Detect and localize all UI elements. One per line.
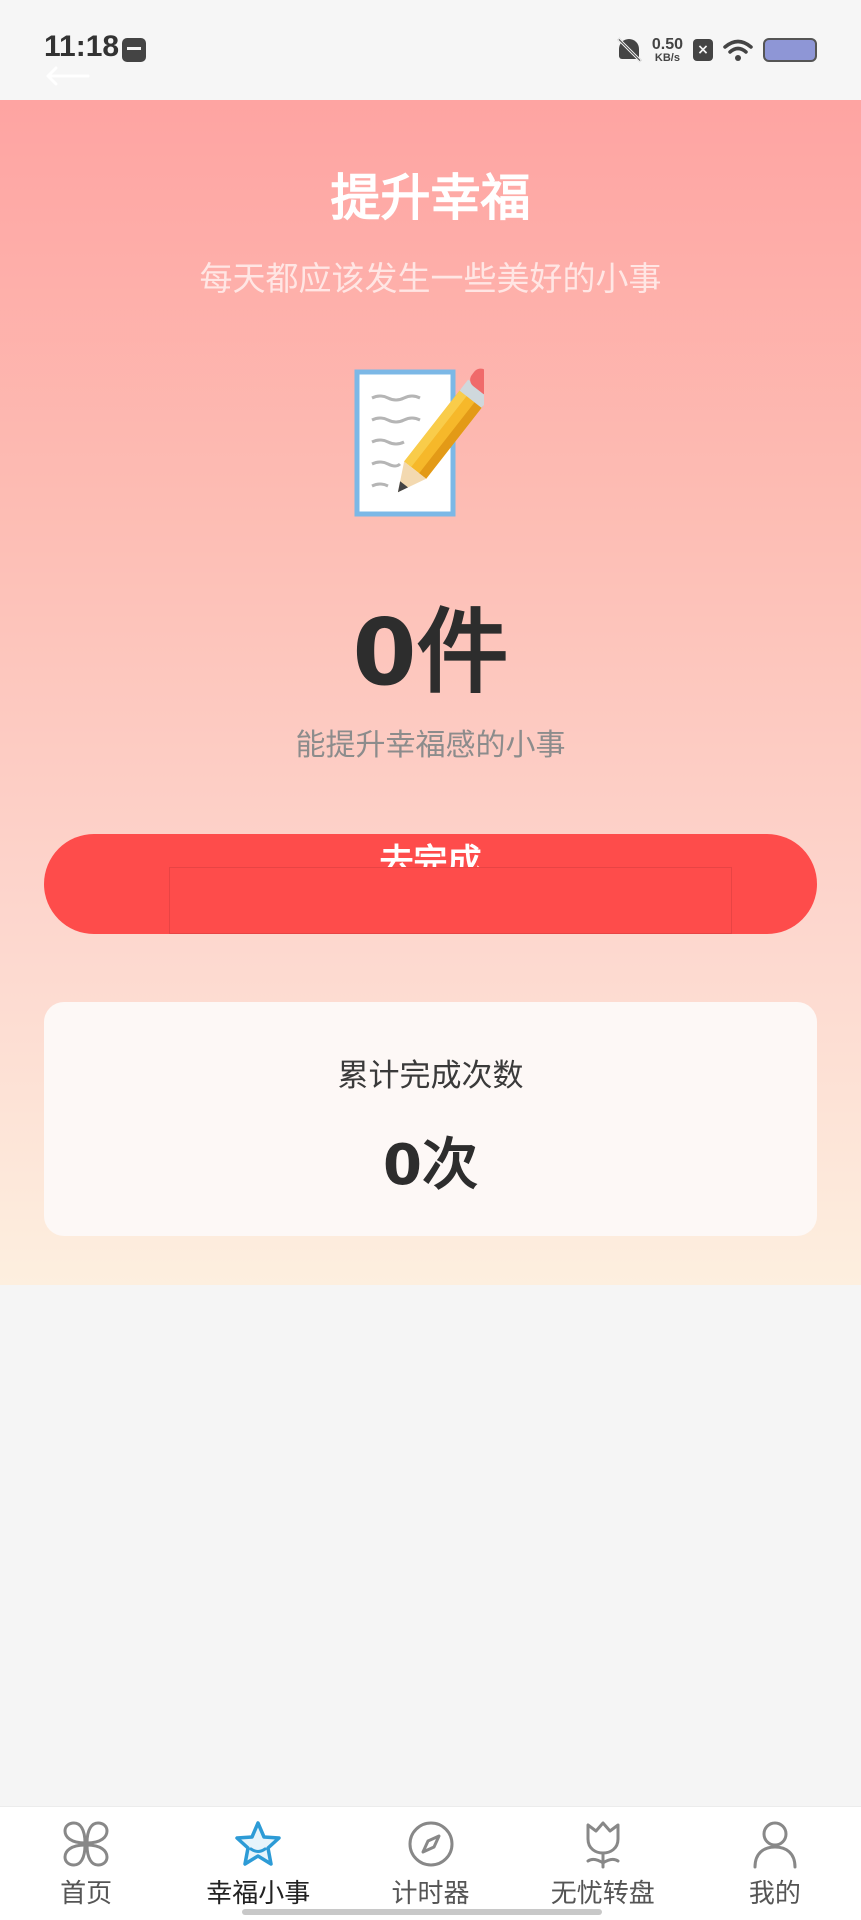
tab-timer[interactable]: 计时器 xyxy=(344,1807,516,1920)
go-complete-button[interactable]: 去完成 xyxy=(44,834,817,934)
tab-timer-label: 计时器 xyxy=(391,1879,470,1909)
back-arrow-icon[interactable] xyxy=(44,66,90,86)
hero-section: 提升幸福 每天都应该发生一些美好的小事 0件 能提升幸福感的小事 去完成 累计完… xyxy=(0,100,861,1285)
network-speed-unit: KB/s xyxy=(654,51,680,64)
tab-wheel-label: 无忧转盘 xyxy=(550,1879,655,1909)
tulip-icon xyxy=(586,1821,620,1869)
battery-icon xyxy=(763,38,817,62)
clover-icon xyxy=(63,1821,109,1867)
network-speed: 0.50 KB/s xyxy=(651,35,683,64)
total-completions-value: 0次 xyxy=(383,1133,478,1198)
tab-profile-label: 我的 xyxy=(748,1879,801,1909)
status-icons: 0.50 KB/s × xyxy=(616,32,817,68)
page-subtitle: 每天都应该发生一些美好的小事 xyxy=(199,259,662,298)
notification-app-icon xyxy=(122,38,146,62)
wifi-icon xyxy=(723,39,753,61)
button-overlay xyxy=(169,867,732,934)
home-indicator[interactable] xyxy=(242,1909,602,1915)
star-icon xyxy=(235,1821,282,1866)
no-sim-icon: × xyxy=(693,39,713,61)
bottom-tab-bar: 首页 幸福小事 计时器 无忧转盘 我的 xyxy=(0,1806,861,1920)
status-time: 11:18 xyxy=(44,30,120,63)
stats-card: 累计完成次数 0次 xyxy=(44,1002,817,1236)
network-speed-value: 0.50 xyxy=(651,35,683,53)
tab-wheel[interactable]: 无忧转盘 xyxy=(517,1807,689,1920)
page-title: 提升幸福 xyxy=(330,169,531,227)
person-icon xyxy=(753,1821,797,1869)
happiness-count-description: 能提升幸福感的小事 xyxy=(295,728,566,763)
tab-happiness[interactable]: 幸福小事 xyxy=(172,1807,344,1920)
tab-home-label: 首页 xyxy=(60,1879,113,1909)
compass-icon xyxy=(408,1821,453,1867)
tab-profile[interactable]: 我的 xyxy=(689,1807,861,1920)
status-bar: 11:18 0.50 KB/s × xyxy=(0,0,861,100)
memo-pencil-icon xyxy=(354,368,484,517)
total-completions-label: 累计完成次数 xyxy=(337,1058,524,1094)
mute-bell-icon xyxy=(616,36,642,64)
tab-happiness-label: 幸福小事 xyxy=(206,1879,311,1909)
happiness-count: 0件 xyxy=(352,599,509,706)
tab-home[interactable]: 首页 xyxy=(0,1807,172,1920)
